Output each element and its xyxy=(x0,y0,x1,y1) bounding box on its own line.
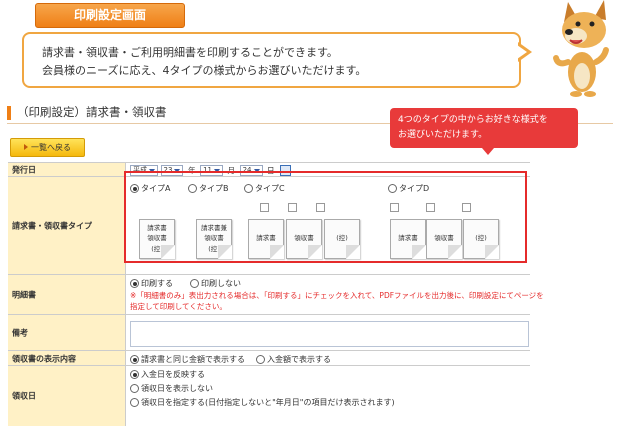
receipt-display-opt1-label: 請求書と同じ金額で表示する xyxy=(141,355,245,364)
meisai-value: 印刷する 印刷しない ※「明細書のみ」表出力される場合は、「印刷する」にチェック… xyxy=(126,275,544,315)
label-receipt-display: 領収書の表示内容 xyxy=(8,351,126,366)
remarks-value xyxy=(126,315,530,351)
receipt-date-opt3-label: 領収日を指定する(日付指定しないと"年月日"の項目だけ表示されます) xyxy=(141,398,395,407)
section-title-text: （印刷設定）請求書・領収書 xyxy=(17,105,167,119)
receipt-display-opt2[interactable]: 入金額で表示する xyxy=(256,354,331,365)
label-issue-date-text: 発行日 xyxy=(12,165,36,175)
callout-line-1: 4つのタイプの中からお好きな様式を xyxy=(398,115,548,125)
row-receipt-display: 領収書の表示内容 請求書と同じ金額で表示する 入金額で表示する xyxy=(8,350,530,366)
radio-receipt-display-1[interactable] xyxy=(130,355,139,364)
remarks-textarea[interactable] xyxy=(130,321,529,347)
callout-bubble: 4つのタイプの中からお好きな様式を お選びいただけます。 xyxy=(390,108,578,148)
radio-meisai-off[interactable] xyxy=(190,279,199,288)
radio-receipt-date-3[interactable] xyxy=(130,398,139,407)
row-meisai: 明細書 印刷する 印刷しない ※「明細書のみ」表出力される場合は、「印刷する」に… xyxy=(8,274,544,315)
row-receipt-date: 領収日 入金日を反映する 領収日を表示しない 領収日を指定する(日付指定しないと… xyxy=(8,365,530,426)
back-to-list-button[interactable]: 一覧へ戻る xyxy=(10,138,85,157)
receipt-display-value: 請求書と同じ金額で表示する 入金額で表示する xyxy=(126,351,530,366)
receipt-date-opt1[interactable]: 入金日を反映する xyxy=(130,369,205,380)
callout-tail xyxy=(482,148,494,155)
meisai-note-1: ※「明細書のみ」表出力される場合は、「印刷する」にチェックを入れて、PDFファイ… xyxy=(130,291,544,300)
intro-line-2: 会員様のニーズに応え、4タイプの様式からお選びいただけます。 xyxy=(42,64,367,77)
label-receipt-date-text: 領収日 xyxy=(12,391,36,401)
receipt-date-value: 入金日を反映する 領収日を表示しない 領収日を指定する(日付指定しないと"年月日… xyxy=(126,366,530,426)
intro-tail-inner xyxy=(517,45,527,59)
receipt-date-opt2-label: 領収日を表示しない xyxy=(141,384,213,393)
type-highlight-frame xyxy=(124,171,527,263)
meisai-print-off-label: 印刷しない xyxy=(201,279,241,288)
meisai-print-on[interactable]: 印刷する xyxy=(130,278,173,289)
back-button-label: 一覧へ戻る xyxy=(31,143,71,152)
label-issue-date: 発行日 xyxy=(8,163,126,177)
label-type: 請求書・領収書タイプ xyxy=(8,177,126,275)
receipt-display-opt1[interactable]: 請求書と同じ金額で表示する xyxy=(130,354,245,365)
page-header-tab: 印刷設定画面 xyxy=(35,3,185,28)
intro-box: 請求書・領収書・ご利用明細書を印刷することができます。 会員様のニーズに応え、4… xyxy=(22,32,521,88)
radio-receipt-display-2[interactable] xyxy=(256,355,265,364)
mascot-dog-image xyxy=(553,0,609,97)
arrow-right-icon xyxy=(24,144,28,150)
label-meisai: 明細書 xyxy=(8,275,126,315)
meisai-print-on-label: 印刷する xyxy=(141,279,173,288)
radio-receipt-date-2[interactable] xyxy=(130,384,139,393)
label-receipt-display-text: 領収書の表示内容 xyxy=(12,354,76,363)
receipt-date-opt2[interactable]: 領収日を表示しない xyxy=(130,383,213,394)
receipt-date-opt1-label: 入金日を反映する xyxy=(141,370,205,379)
callout-line-2: お選びいただけます。 xyxy=(398,130,488,140)
title-accent-bar xyxy=(7,105,11,120)
receipt-date-opt3[interactable]: 領収日を指定する(日付指定しないと"年月日"の項目だけ表示されます) xyxy=(130,397,395,408)
label-meisai-text: 明細書 xyxy=(12,290,36,300)
receipt-display-opt2-label: 入金額で表示する xyxy=(267,355,331,364)
label-type-text: 請求書・領収書タイプ xyxy=(12,221,92,231)
label-remarks-text: 備考 xyxy=(12,328,28,338)
radio-meisai-on[interactable] xyxy=(130,279,139,288)
meisai-print-off[interactable]: 印刷しない xyxy=(190,278,241,289)
label-receipt-date: 領収日 xyxy=(8,366,126,426)
radio-receipt-date-1[interactable] xyxy=(130,370,139,379)
row-remarks: 備考 xyxy=(8,314,530,351)
label-remarks: 備考 xyxy=(8,315,126,351)
meisai-note-2: 指定して印刷してください。 xyxy=(130,302,227,311)
intro-line-1: 請求書・領収書・ご利用明細書を印刷することができます。 xyxy=(42,46,338,59)
